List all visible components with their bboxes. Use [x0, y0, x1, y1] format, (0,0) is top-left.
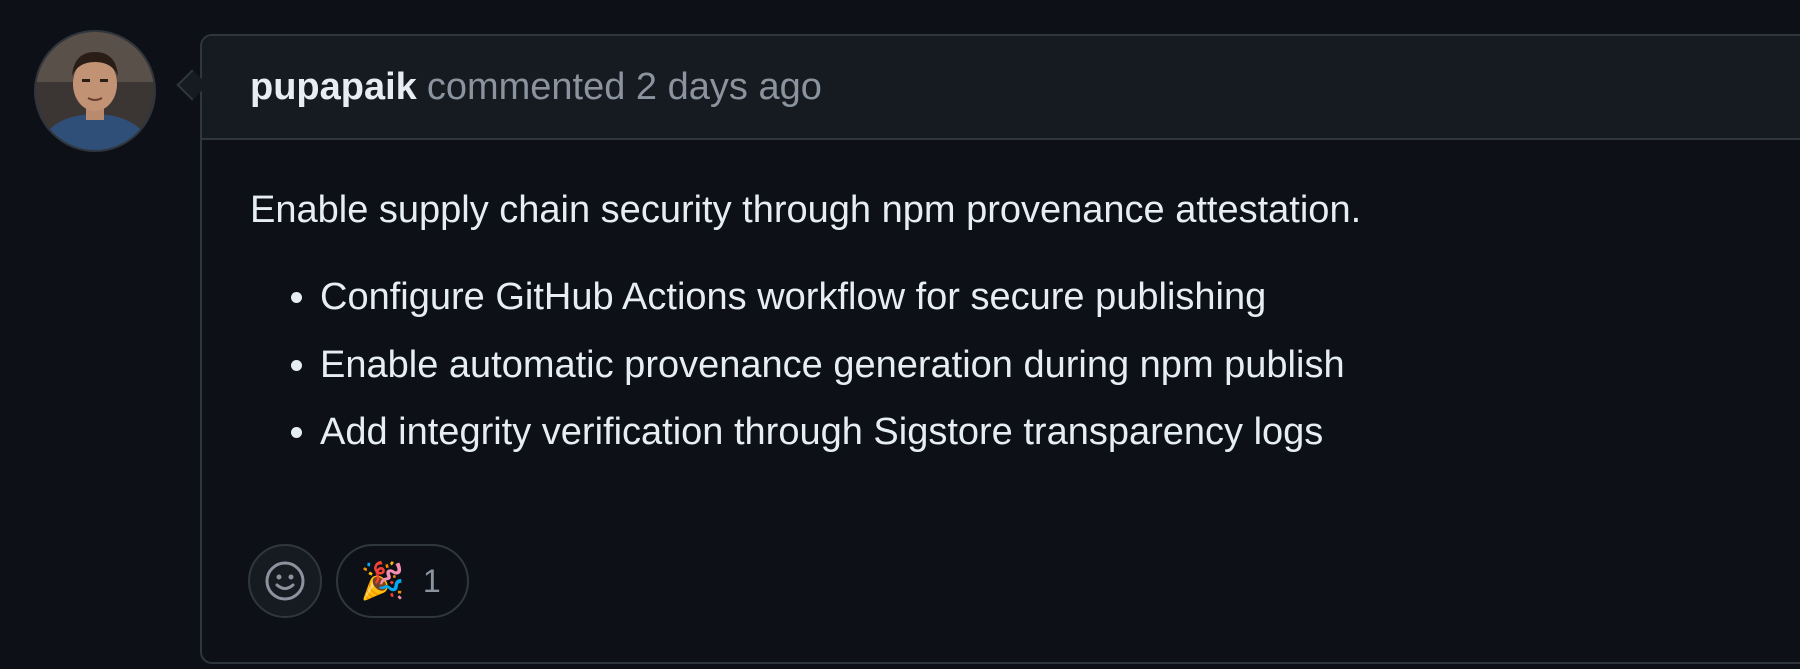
list-item: Add integrity verification through Sigst… [320, 408, 1790, 457]
comment-header: pupapaik commented 2 days ago [202, 36, 1800, 140]
add-reaction-button[interactable] [248, 544, 322, 618]
comment-author[interactable]: pupapaik [250, 66, 417, 109]
reactions-bar: 🎉 1 [248, 544, 469, 618]
comment-body: Enable supply chain security through npm… [202, 140, 1800, 458]
reaction-hooray-button[interactable]: 🎉 1 [336, 544, 469, 618]
list-item: Enable automatic provenance generation d… [320, 341, 1790, 390]
comment-bullet-list: Configure GitHub Actions workflow for se… [250, 273, 1790, 457]
comment-timestamp[interactable]: 2 days ago [636, 66, 822, 108]
comment-box: pupapaik commented 2 days ago Enable sup… [200, 34, 1800, 664]
avatar[interactable] [36, 32, 154, 150]
list-item: Configure GitHub Actions workflow for se… [320, 273, 1790, 322]
smiley-icon [265, 561, 305, 601]
party-popper-icon: 🎉 [360, 560, 405, 601]
comment-action: commented [426, 65, 626, 108]
comment-intro: Enable supply chain security through npm… [250, 189, 1362, 231]
avatar-photo [36, 32, 154, 150]
comment-meta: commented 2 days ago [427, 66, 822, 109]
reaction-count: 1 [422, 562, 441, 599]
